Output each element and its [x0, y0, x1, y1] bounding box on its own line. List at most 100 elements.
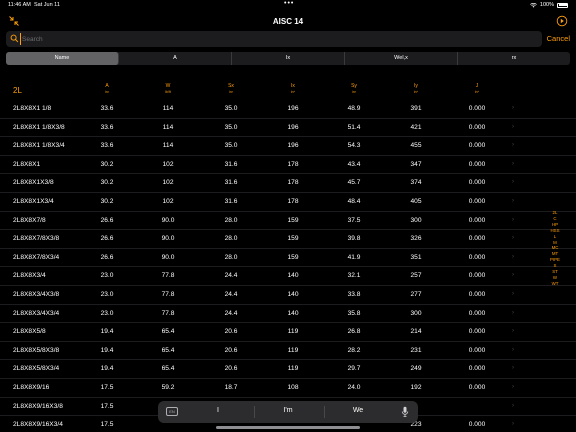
- row-name: 2L8X8X1X3/4: [13, 197, 54, 205]
- cell-a: 33.6: [100, 105, 114, 112]
- cell-sy: 51.4: [347, 123, 361, 131]
- cell-ix: 159: [287, 253, 299, 261]
- suggestion-3[interactable]: We: [328, 407, 388, 414]
- suggestion-divider: [324, 406, 325, 418]
- play-circle-icon[interactable]: [556, 15, 568, 27]
- cell-sy: 37.5: [347, 216, 361, 224]
- cell-w: 114: [162, 105, 174, 112]
- segment-a[interactable]: A: [119, 52, 232, 65]
- cell-ix: 159: [287, 235, 299, 243]
- table-row[interactable]: 2L8X8X7/8X3/8 26.6 90.0 28.0 159 39.8 326 0.000…: [0, 230, 576, 249]
- cell-sy: 39.8: [347, 235, 361, 243]
- chevron-right-icon: ›: [512, 309, 514, 316]
- row-name: 2L8X8X9/16X3/4: [13, 421, 63, 429]
- cell-j: 0.000: [468, 383, 486, 391]
- row-name: 2L8X8X5/8X3/8: [13, 346, 60, 354]
- table-row[interactable]: 2L8X8X9/16 17.5 59.2 18.7 108 24.0 192 0.000 ›: [0, 379, 576, 398]
- chevron-right-icon: ›: [512, 197, 514, 204]
- table-row[interactable]: 2L8X8X1X3/8 30.2 102 31.6 178 45.7 374 0.000 ›: [0, 174, 576, 193]
- table-row[interactable]: 2L8X8X5/8 19.4 65.4 20.6 119 26.8 214 0.000 ›: [0, 323, 576, 342]
- table-row[interactable]: 2L8X8X5/8X3/8 19.4 65.4 20.6 119 28.2 231 0.000…: [0, 342, 576, 361]
- column-unit: in³: [352, 90, 356, 94]
- row-name: 2L8X8X7/8: [13, 216, 46, 224]
- table-row[interactable]: 2L8X8X1 1/8 33.6 114 35.0 196 48.9 391 0.000 ›: [0, 100, 576, 119]
- row-name: 2L8X8X5/8: [13, 328, 46, 336]
- cell-a: 17.5: [100, 402, 114, 410]
- table-row[interactable]: 2L8X8X1 30.2 102 31.6 178 43.4 347 0.000 ›: [0, 156, 576, 175]
- cell-sy: 26.8: [347, 328, 361, 336]
- cell-sy: 35.8: [347, 309, 361, 317]
- cell-a: 23.0: [100, 272, 114, 280]
- cell-j: 0.000: [468, 290, 486, 298]
- cell-a: 19.4: [100, 328, 114, 336]
- cell-sx: 24.4: [224, 309, 238, 317]
- search-row: Cancel: [6, 31, 570, 47]
- table-row[interactable]: 2L8X8X7/8 26.6 90.0 28.0 159 37.5 300 0.000 ›: [0, 212, 576, 231]
- table-row[interactable]: 2L8X8X3/4X3/4 23.0 77.8 24.4 140 35.8 300 0.000…: [0, 305, 576, 324]
- cell-sy: 24.0: [347, 383, 361, 391]
- row-name: 2L8X8X1: [13, 160, 41, 168]
- cell-a: 23.0: [100, 309, 114, 317]
- cell-j: 0.000: [468, 179, 486, 187]
- cell-j: 0.000: [468, 197, 486, 205]
- row-name: 2L8X8X9/16: [13, 383, 50, 391]
- cell-ix: 178: [287, 179, 299, 187]
- cell-j: 0.000: [468, 253, 486, 261]
- cell-a: 26.6: [100, 235, 114, 243]
- search-input[interactable]: [20, 33, 520, 45]
- cell-a: 19.4: [100, 346, 114, 354]
- table-row[interactable]: 2L8X8X1 1/8X3/4 33.6 114 35.0 196 54.3 455 0.00…: [0, 137, 576, 156]
- cell-a: 26.6: [100, 216, 114, 224]
- cell-ix: 140: [287, 272, 299, 280]
- table-row[interactable]: 2L8X8X3/4 23.0 77.8 24.4 140 32.1 257 0.000 ›: [0, 267, 576, 286]
- cell-iy: 391: [410, 105, 422, 112]
- table-row[interactable]: 2L8X8X1X3/4 30.2 102 31.6 178 48.4 405 0.000 ›: [0, 193, 576, 212]
- table-section-title: 2L: [13, 86, 22, 95]
- keyboard-icon[interactable]: EN: [166, 407, 178, 416]
- cell-a: 19.4: [100, 365, 114, 373]
- cell-w: 102: [162, 197, 174, 205]
- status-time: 11:46 AM: [8, 2, 31, 8]
- segment-wel-x[interactable]: Wel,x: [345, 52, 458, 65]
- cell-a: 33.6: [100, 123, 114, 131]
- section-index[interactable]: 2L C HP HSS L M MC MT PIPE S ST W WT: [548, 210, 562, 287]
- cell-iy: 192: [410, 383, 422, 391]
- cell-j: 0.000: [468, 365, 486, 373]
- page-title: AISC 14: [272, 17, 304, 26]
- segment-ix[interactable]: Ix: [232, 52, 345, 65]
- cell-sy: 54.3: [347, 142, 361, 150]
- table-row[interactable]: 2L8X8X1 1/8X3/8 33.6 114 35.0 196 51.4 421 0.00…: [0, 119, 576, 138]
- cell-ix: 119: [287, 365, 299, 373]
- column-header-ix: Ix in⁴: [273, 83, 313, 95]
- row-name: 2L8X8X9/16X3/8: [13, 402, 63, 410]
- multitasking-dots[interactable]: •••: [284, 0, 294, 7]
- segment-name[interactable]: Name: [6, 52, 119, 65]
- cell-w: 90.0: [161, 216, 175, 224]
- wifi-icon: [530, 2, 537, 8]
- search-box[interactable]: [6, 31, 542, 47]
- home-indicator[interactable]: [216, 426, 360, 429]
- cell-a: 26.6: [100, 253, 114, 261]
- cell-w: 90.0: [161, 235, 175, 243]
- cell-iy: 374: [410, 179, 422, 187]
- suggestion-2[interactable]: I'm: [258, 407, 318, 414]
- cell-ix: 140: [287, 309, 299, 317]
- cell-ix: 159: [287, 216, 299, 224]
- chevron-right-icon: ›: [512, 402, 514, 409]
- nav-bar: AISC 14: [0, 10, 576, 32]
- chevron-right-icon: ›: [512, 272, 514, 279]
- table-row[interactable]: 2L8X8X3/4X3/8 23.0 77.8 24.4 140 33.8 277 0.000…: [0, 286, 576, 305]
- column-header-j: Jin⁴: [457, 83, 497, 95]
- column-unit: in⁴: [474, 90, 480, 94]
- cell-iy: 300: [410, 309, 422, 317]
- table-row[interactable]: 2L8X8X5/8X3/4 19.4 65.4 20.6 119 29.7 249 0.000…: [0, 360, 576, 379]
- table-row[interactable]: 2L8X8X7/8X3/4 26.6 90.0 28.0 159 41.9 351 0.000…: [0, 249, 576, 268]
- suggestion-1[interactable]: I: [188, 407, 248, 414]
- microphone-icon[interactable]: [401, 406, 409, 418]
- cell-w: 102: [162, 160, 174, 168]
- cancel-button[interactable]: Cancel: [547, 34, 570, 43]
- cell-a: 30.2: [100, 160, 114, 168]
- index-item-wt[interactable]: WT: [552, 281, 559, 287]
- segment-rx[interactable]: rx: [458, 52, 570, 65]
- status-date: Sat Jun 11: [34, 2, 60, 8]
